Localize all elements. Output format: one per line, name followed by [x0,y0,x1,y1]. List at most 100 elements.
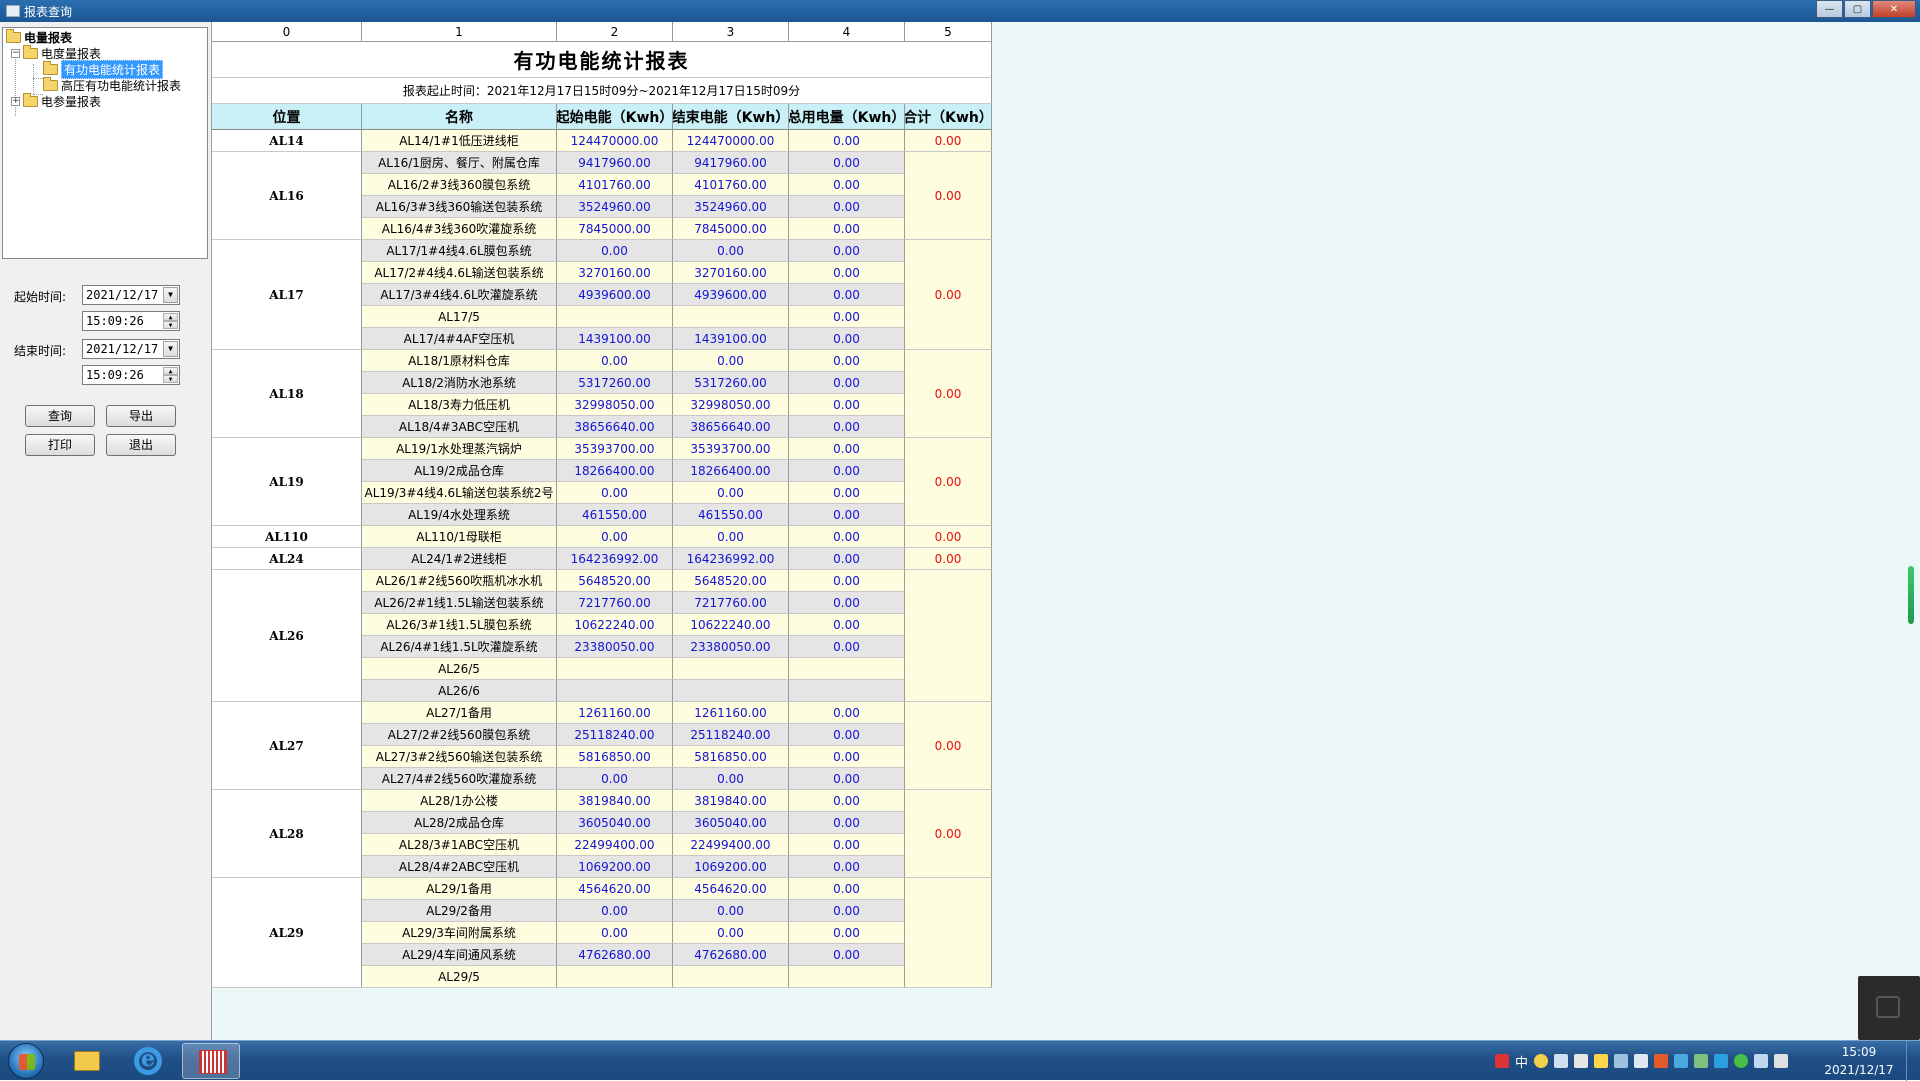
total-usage-cell[interactable]: 0.00 [789,592,905,614]
circuit-name-cell[interactable]: AL14/1#1低压进线柜 [362,130,557,152]
end-energy-cell[interactable]: 7845000.00 [673,218,789,240]
position-cell[interactable]: AL28 [212,790,362,878]
start-energy-cell[interactable]: 10622240.00 [557,614,673,636]
end-energy-cell[interactable]: 4564620.00 [673,878,789,900]
column-index-header[interactable]: 2 [557,22,673,42]
start-energy-cell[interactable]: 7845000.00 [557,218,673,240]
end-energy-cell[interactable]: 22499400.00 [673,834,789,856]
report-app-taskbar-button[interactable] [182,1043,240,1079]
total-usage-cell[interactable]: 0.00 [789,152,905,174]
circuit-name-cell[interactable]: AL16/1厨房、餐厅、附属仓库 [362,152,557,174]
circuit-name-cell[interactable]: AL28/4#2ABC空压机 [362,856,557,878]
end-energy-cell[interactable]: 0.00 [673,526,789,548]
end-energy-cell[interactable] [673,966,789,988]
circuit-name-cell[interactable]: AL16/2#3线360膜包系统 [362,174,557,196]
start-energy-cell[interactable]: 0.00 [557,240,673,262]
start-energy-cell[interactable]: 124470000.00 [557,130,673,152]
total-usage-cell[interactable]: 0.00 [789,900,905,922]
tree-node-active-energy-report[interactable]: 有功电能统计报表 [43,60,164,79]
end-energy-cell[interactable]: 1069200.00 [673,856,789,878]
total-cell[interactable] [905,878,992,988]
start-energy-cell[interactable]: 4564620.00 [557,878,673,900]
total-usage-cell[interactable]: 0.00 [789,416,905,438]
total-usage-cell[interactable]: 0.00 [789,482,905,504]
position-cell[interactable]: AL110 [212,526,362,548]
start-energy-cell[interactable]: 5648520.00 [557,570,673,592]
end-energy-cell[interactable]: 0.00 [673,482,789,504]
minimize-button[interactable]: — [1816,0,1843,18]
total-usage-cell[interactable]: 0.00 [789,834,905,856]
export-button[interactable]: 导出 [106,405,176,427]
position-cell[interactable]: AL14 [212,130,362,152]
end-energy-cell[interactable]: 0.00 [673,768,789,790]
start-energy-cell[interactable]: 0.00 [557,922,673,944]
end-energy-cell[interactable]: 1261160.00 [673,702,789,724]
circuit-name-cell[interactable]: AL28/3#1ABC空压机 [362,834,557,856]
tree-node-parameter-reports[interactable]: + 电参量报表 [11,93,101,109]
start-energy-cell[interactable]: 3524960.00 [557,196,673,218]
total-usage-cell[interactable]: 0.00 [789,328,905,350]
collapse-icon[interactable]: − [11,49,20,58]
end-energy-cell[interactable]: 3605040.00 [673,812,789,834]
total-usage-cell[interactable]: 0.00 [789,196,905,218]
start-energy-cell[interactable]: 0.00 [557,482,673,504]
ie-taskbar-button[interactable] [120,1043,178,1079]
end-energy-cell[interactable]: 7217760.00 [673,592,789,614]
emoji-icon[interactable] [1594,1054,1609,1068]
circuit-name-cell[interactable]: AL29/2备用 [362,900,557,922]
circuit-name-cell[interactable]: AL19/1水处理蒸汽锅炉 [362,438,557,460]
circuit-name-cell[interactable]: AL18/3寿力低压机 [362,394,557,416]
end-energy-cell[interactable]: 0.00 [673,922,789,944]
total-cell[interactable]: 0.00 [905,350,992,438]
total-usage-cell[interactable]: 0.00 [789,350,905,372]
total-usage-cell[interactable]: 0.00 [789,394,905,416]
start-energy-cell[interactable] [557,658,673,680]
total-usage-cell[interactable]: 0.00 [789,944,905,966]
circuit-name-cell[interactable]: AL18/4#3ABC空压机 [362,416,557,438]
total-usage-cell[interactable]: 0.00 [789,746,905,768]
start-energy-cell[interactable]: 38656640.00 [557,416,673,438]
column-index-header[interactable]: 5 [905,22,992,42]
circuit-name-cell[interactable]: AL26/6 [362,680,557,702]
circuit-name-cell[interactable]: AL18/1原材料仓库 [362,350,557,372]
close-button[interactable]: ✕ [1872,0,1916,18]
end-energy-cell[interactable]: 4762680.00 [673,944,789,966]
total-cell[interactable] [905,570,992,702]
total-usage-cell[interactable]: 0.00 [789,174,905,196]
total-usage-cell[interactable]: 0.00 [789,548,905,570]
total-usage-cell[interactable]: 0.00 [789,570,905,592]
report-tree[interactable]: 电量报表 − 电度量报表 有功电能统计报表 高压有功电能统计报表 + 电参量报表 [2,27,208,259]
circuit-name-cell[interactable]: AL19/2成品仓库 [362,460,557,482]
circuit-name-cell[interactable]: AL27/1备用 [362,702,557,724]
end-energy-cell[interactable]: 164236992.00 [673,548,789,570]
network-share-icon[interactable] [1674,1054,1689,1068]
total-usage-cell[interactable]: 0.00 [789,922,905,944]
position-cell[interactable]: AL27 [212,702,362,790]
column-index-header[interactable]: 1 [362,22,557,42]
start-energy-cell[interactable]: 4762680.00 [557,944,673,966]
start-energy-cell[interactable]: 4939600.00 [557,284,673,306]
start-energy-cell[interactable]: 3605040.00 [557,812,673,834]
start-energy-cell[interactable] [557,306,673,328]
circuit-name-cell[interactable]: AL17/2#4线4.6L输送包装系统 [362,262,557,284]
end-energy-cell[interactable] [673,306,789,328]
circuit-name-cell[interactable]: AL19/4水处理系统 [362,504,557,526]
end-energy-cell[interactable] [673,658,789,680]
tree-node-energy-reports[interactable]: − 电度量报表 [11,45,101,61]
position-cell[interactable]: AL24 [212,548,362,570]
print-button[interactable]: 打印 [25,434,95,456]
total-usage-cell[interactable]: 0.00 [789,702,905,724]
start-time-spinner[interactable]: 15:09:26 ▲ ▼ [82,311,180,331]
circuit-name-cell[interactable]: AL18/2消防水池系统 [362,372,557,394]
start-energy-cell[interactable]: 0.00 [557,526,673,548]
end-energy-cell[interactable]: 4101760.00 [673,174,789,196]
end-energy-cell[interactable]: 461550.00 [673,504,789,526]
punctuation-icon[interactable] [1554,1054,1569,1068]
end-energy-cell[interactable]: 0.00 [673,900,789,922]
total-usage-cell[interactable]: 0.00 [789,240,905,262]
start-button[interactable] [8,1043,44,1079]
total-cell[interactable]: 0.00 [905,130,992,152]
network-icon[interactable] [1754,1054,1769,1068]
end-date-picker[interactable]: 2021/12/17 ▼ [82,339,180,359]
ime-tools-icon[interactable] [1614,1054,1629,1068]
